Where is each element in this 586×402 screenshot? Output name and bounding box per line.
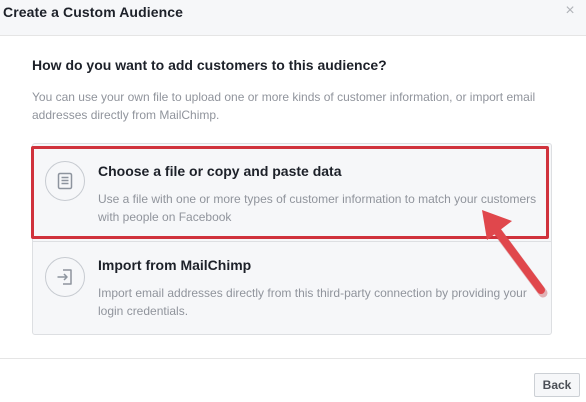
import-arrow-icon bbox=[45, 257, 85, 297]
audience-description: You can use your own file to upload one … bbox=[32, 90, 536, 122]
option-choose-file[interactable]: Choose a file or copy and paste data Use… bbox=[33, 149, 551, 239]
options-list: Choose a file or copy and paste data Use… bbox=[32, 143, 552, 335]
dialog-header: Create a Custom Audience × bbox=[0, 0, 586, 36]
dialog-title: Create a Custom Audience bbox=[3, 4, 184, 20]
option-import-mailchimp[interactable]: Import from MailChimp Import email addre… bbox=[33, 241, 551, 333]
option-title: Choose a file or copy and paste data bbox=[98, 163, 342, 179]
back-button[interactable]: Back bbox=[534, 373, 580, 397]
create-custom-audience-dialog: Create a Custom Audience × How do you wa… bbox=[0, 0, 586, 402]
option-title: Import from MailChimp bbox=[98, 257, 252, 273]
option-description: Import email addresses directly from thi… bbox=[98, 286, 527, 318]
footer-divider bbox=[0, 358, 586, 359]
option-description: Use a file with one or more types of cus… bbox=[98, 192, 537, 224]
audience-question: How do you want to add customers to this… bbox=[32, 57, 387, 73]
close-icon[interactable]: × bbox=[562, 2, 578, 20]
document-list-icon bbox=[45, 161, 85, 201]
